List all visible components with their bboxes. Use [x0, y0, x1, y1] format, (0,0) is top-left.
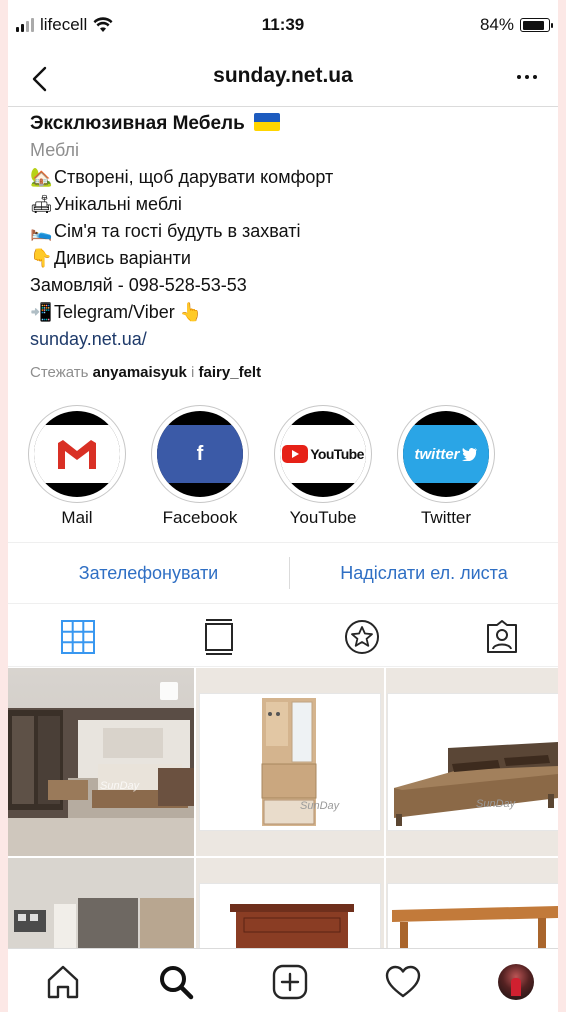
bottom-tab-bar — [8, 948, 558, 1012]
highlight-ring: f — [151, 405, 249, 503]
call-button[interactable]: Зателефонувати — [8, 543, 289, 603]
profile-avatar-icon[interactable] — [498, 964, 534, 1000]
grid-view-icon[interactable] — [60, 619, 96, 655]
grid-post[interactable]: SunDay — [8, 668, 194, 856]
tagged-person-icon[interactable] — [484, 619, 520, 655]
dresser-photo — [230, 904, 354, 948]
new-post-icon[interactable] — [271, 963, 309, 1001]
profile-name: Эксклюзивная Мебель — [30, 113, 245, 134]
bio-line-text: Telegram/Viber 👆 — [54, 302, 203, 322]
follower-username[interactable]: fairy_felt — [199, 364, 262, 381]
bio-line-text: Сім'я та гості будуть в захваті — [54, 221, 301, 241]
highlight-label: Mail — [61, 508, 93, 527]
highlight-facebook[interactable]: f Facebook — [150, 405, 250, 528]
ukraine-flag-icon — [253, 113, 280, 131]
grid-post[interactable]: SunDay — [386, 668, 558, 856]
status-right: 84% — [479, 15, 553, 35]
youtube-logo-text: YouTube — [310, 446, 364, 462]
grid-post[interactable] — [386, 858, 558, 948]
feed-view-icon[interactable] — [201, 619, 237, 655]
bio-line-text: Унікальні меблі — [54, 194, 182, 214]
highlight-cover: twitter — [403, 411, 489, 497]
bio-line: 🏡Створені, щоб дарувати комфорт — [30, 164, 544, 191]
page-title: sunday.net.ua — [213, 64, 353, 87]
highlight-twitter[interactable]: twitter Twitter — [396, 405, 496, 528]
status-bar: lifecell 11:39 84% — [8, 0, 558, 50]
hallway-furniture-photo — [261, 698, 317, 826]
story-highlights: Mail f Facebook YouTube YouTube twitter … — [8, 405, 558, 530]
bio-line: 🛋Унікальні меблі — [30, 191, 544, 218]
activity-heart-icon[interactable] — [384, 963, 422, 1001]
instagram-profile-screen: lifecell 11:39 84% sunday.net.ua Эксклюз… — [8, 0, 558, 1012]
watermark-text: SunDay — [100, 780, 140, 792]
highlight-ring — [28, 405, 126, 503]
bio-line: 🛌Сім'я та гості будуть в захваті — [30, 218, 544, 245]
highlight-youtube[interactable]: YouTube YouTube — [273, 405, 373, 528]
facebook-icon: f — [157, 425, 243, 483]
followed-by[interactable]: Стежать anyamaisyuk і fairy_felt — [30, 359, 544, 386]
profile-category: Меблі — [30, 140, 80, 160]
highlight-ring: YouTube — [274, 405, 372, 503]
followed-by-joiner: і — [191, 364, 195, 381]
watermark-text: SunDay — [300, 800, 340, 812]
highlight-cover — [34, 411, 120, 497]
battery-icon — [520, 18, 553, 32]
grid-post[interactable] — [8, 858, 194, 948]
highlight-ring: twitter — [397, 405, 495, 503]
bio-line: 👇Дивись варіанти — [30, 245, 544, 272]
followed-by-prefix: Стежать — [30, 364, 89, 381]
highlight-cover: YouTube — [280, 411, 366, 497]
youtube-icon: YouTube — [280, 425, 366, 483]
more-options-icon[interactable] — [510, 62, 544, 92]
highlight-label: YouTube — [289, 508, 357, 527]
follower-username[interactable]: anyamaisyuk — [93, 364, 187, 381]
carousel-icon — [160, 682, 178, 700]
search-icon[interactable] — [157, 963, 195, 1001]
highlight-cover: f — [157, 411, 243, 497]
contact-actions: Зателефонувати Надіслати ел. листа — [8, 542, 558, 604]
photo-grid: SunDay SunDay SunDay — [8, 668, 558, 948]
bio-line: 📲Telegram/Viber 👆 — [30, 299, 544, 326]
facebook-logo-text: f — [196, 442, 204, 465]
phone-arrow-emoji-icon: 📲 — [30, 302, 53, 322]
point-down-emoji-icon: 👇 — [30, 248, 53, 268]
gmail-icon — [34, 425, 120, 483]
grid-post[interactable]: SunDay — [196, 668, 384, 856]
clock: 11:39 — [261, 15, 305, 34]
couch-emoji-icon: 🛋 — [30, 194, 53, 214]
grid-post[interactable] — [196, 858, 384, 948]
bed-emoji-icon: 🛌 — [30, 221, 53, 241]
watermark-text: SunDay — [476, 798, 516, 810]
twitter-icon: twitter — [403, 425, 489, 483]
twitter-logo-text: twitter — [414, 445, 460, 463]
home-icon[interactable] — [44, 963, 82, 1001]
highlight-label: Twitter — [420, 508, 472, 527]
highlight-label: Facebook — [162, 508, 238, 527]
bio-line-text: Дивись варіанти — [54, 248, 191, 268]
bio-phone-line[interactable]: Замовляй - 098-528-53-53 — [30, 272, 544, 299]
guides-star-icon[interactable] — [344, 619, 380, 655]
profile-bio: Эксклюзивная Мебель Меблі 🏡Створені, щоб… — [30, 110, 544, 386]
email-button[interactable]: Надіслати ел. листа — [290, 543, 558, 603]
bed-photo — [394, 742, 558, 826]
profile-website-link[interactable]: sunday.net.ua/ — [30, 326, 544, 353]
profile-name-row: Эксклюзивная Мебель — [30, 110, 544, 137]
bio-line-text: Створені, щоб дарувати комфорт — [54, 167, 334, 187]
nav-bar: sunday.net.ua — [8, 50, 558, 107]
house-emoji-icon: 🏡 — [30, 167, 53, 187]
battery-percent: 84% — [479, 15, 514, 34]
wardrobe-room-photo — [8, 858, 194, 948]
table-photo — [392, 906, 558, 948]
highlight-mail[interactable]: Mail — [27, 405, 127, 528]
profile-tabs — [8, 605, 558, 667]
